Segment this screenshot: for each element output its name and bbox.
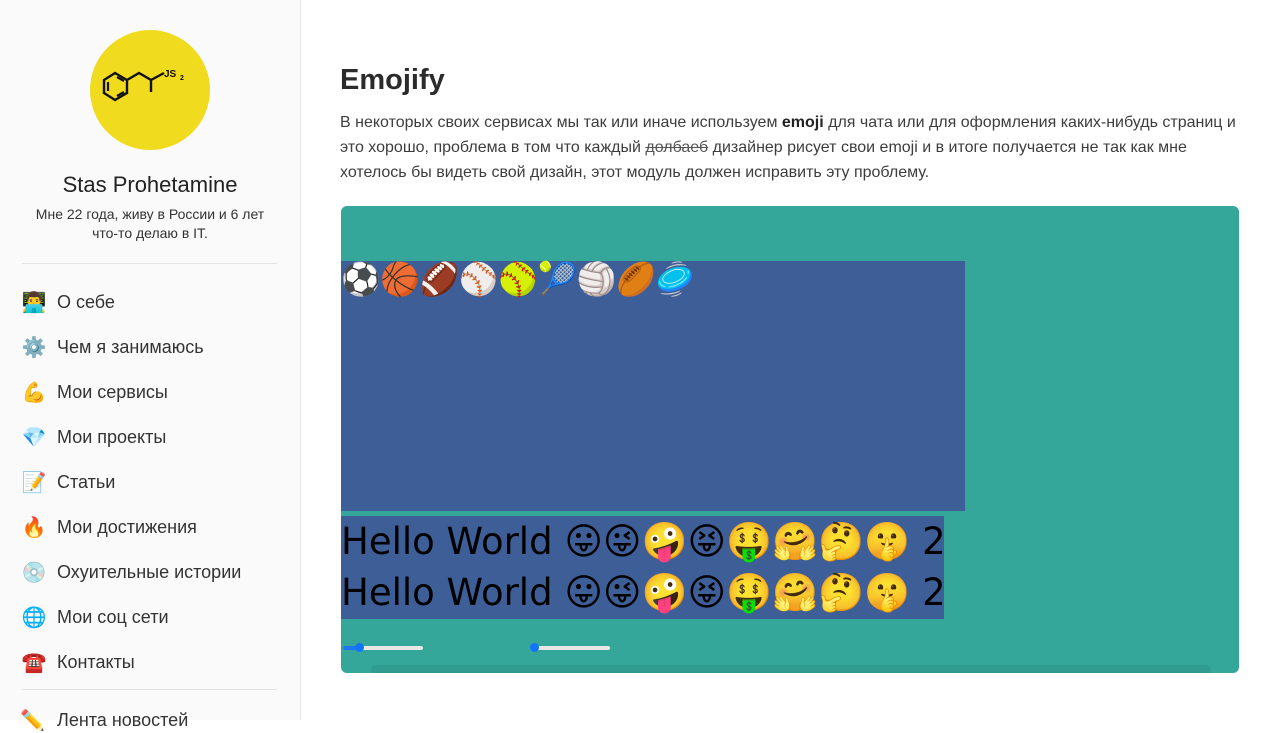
telephone-icon: ☎️ (21, 652, 47, 674)
pencil-icon: ✏️ (20, 709, 45, 732)
developer-icon: 👨‍💻 (21, 292, 47, 314)
sidebar-item-label: Мои соц сети (57, 607, 169, 627)
disc-icon: 💿 (21, 562, 47, 584)
sidebar-item-contacts[interactable]: ☎️ Контакты (20, 640, 280, 685)
size-slider[interactable] (343, 643, 423, 652)
sidebar-item-news[interactable]: ✏️ Лента новостей (20, 708, 280, 732)
sidebar-item-label: Охуительные истории (57, 562, 242, 582)
sidebar-item-label: О себе (57, 292, 115, 312)
scale-slider[interactable] (530, 643, 610, 652)
flying-disc-icon: 🥏 (655, 261, 696, 297)
sidebar-item-articles[interactable]: 📝 Статьи (20, 460, 280, 505)
divider (22, 689, 277, 690)
emojify-demo: ⚽ 🏀 🏈 ⚾ 🥎 🎾 🏐 🏉 🥏 Hello World 😛😜🤪😝🤑🤗🤔🤫 2… (341, 206, 1239, 673)
profile-name: Stas Prohetamine (62, 172, 238, 197)
sidebar-item-label: Мои сервисы (57, 382, 168, 402)
tennis-ball-icon: 🎾 (537, 261, 578, 297)
sidebar-item-label: Статьи (57, 472, 116, 492)
basketball-icon: 🏀 (380, 261, 421, 297)
page-description: В некоторых своих сервисах мы так или ин… (340, 110, 1240, 185)
sidebar-item-what-i-do[interactable]: ⚙️ Чем я занимаюсь (20, 325, 280, 370)
emoji-text-row: Hello World 😛😜🤪😝🤑🤗🤔🤫 213 (341, 567, 944, 619)
page-title: Emojify (340, 64, 445, 96)
emoji-text-row: Hello World 😛😜🤪😝🤑🤗🤔🤫 213 (341, 516, 944, 568)
gem-icon: 💎 (21, 427, 47, 449)
gear-icon: ⚙️ (21, 337, 47, 359)
logo[interactable]: JS 2 (90, 30, 210, 150)
sidebar-item-projects[interactable]: 💎 Мои проекты (20, 415, 280, 460)
sidebar-item-label: Мои достижения (57, 517, 197, 537)
memo-icon: 📝 (21, 472, 47, 494)
softball-icon: 🥎 (498, 261, 539, 297)
molecule-icon: JS 2 (102, 69, 184, 102)
sidebar-item-label: Лента новостей (57, 709, 189, 730)
sidebar: JS 2 Stas Prohetamine Мне 22 года, живу … (0, 0, 301, 732)
globe-icon: 🌐 (21, 607, 47, 629)
slider-track (530, 646, 610, 650)
american-football-icon: 🏈 (419, 261, 460, 297)
sidebar-item-about[interactable]: 👨‍💻 О себе (20, 280, 280, 325)
slider-thumb[interactable] (354, 643, 364, 652)
profile-bio: Мне 22 года, живу в России и 6 лет что-т… (35, 206, 265, 241)
sidebar-item-achievements[interactable]: 🔥 Мои достижения (20, 505, 280, 550)
sidebar-item-socials[interactable]: 🌐 Мои соц сети (20, 595, 280, 640)
baseball-icon: ⚾ (458, 261, 499, 297)
desc-strike: долбаеб (645, 139, 709, 156)
fire-icon: 🔥 (21, 517, 47, 539)
volleyball-icon: 🏐 (576, 261, 617, 297)
biceps-icon: 💪 (21, 382, 47, 404)
sidebar-item-label: Контакты (57, 652, 135, 672)
sidebar-item-stories[interactable]: 💿 Охуительные истории (20, 550, 280, 595)
divider (22, 263, 277, 264)
svg-text:JS: JS (164, 69, 177, 80)
sidebar-item-label: Мои проекты (57, 427, 167, 447)
sidebar-nav: 👨‍💻 О себе ⚙️ Чем я занимаюсь 💪 Мои серв… (20, 280, 280, 685)
desc-bold: emoji (781, 114, 824, 131)
demo-shadow (371, 665, 1211, 673)
sidebar-item-label: Чем я занимаюсь (57, 337, 204, 357)
soccer-ball-icon: ⚽ (341, 261, 381, 297)
demo-canvas: ⚽ 🏀 🏈 ⚾ 🥎 🎾 🏐 🏉 🥏 (341, 261, 965, 511)
desc-text: В некоторых своих сервисах мы так или ин… (340, 114, 782, 131)
sidebar-item-services[interactable]: 💪 Мои сервисы (20, 370, 280, 415)
slider-thumb[interactable] (530, 643, 539, 652)
rugby-ball-icon: 🏉 (616, 261, 656, 297)
svg-text:2: 2 (180, 75, 184, 82)
balls-row: ⚽ 🏀 🏈 ⚾ 🥎 🎾 🏐 🏉 🥏 (341, 262, 695, 296)
